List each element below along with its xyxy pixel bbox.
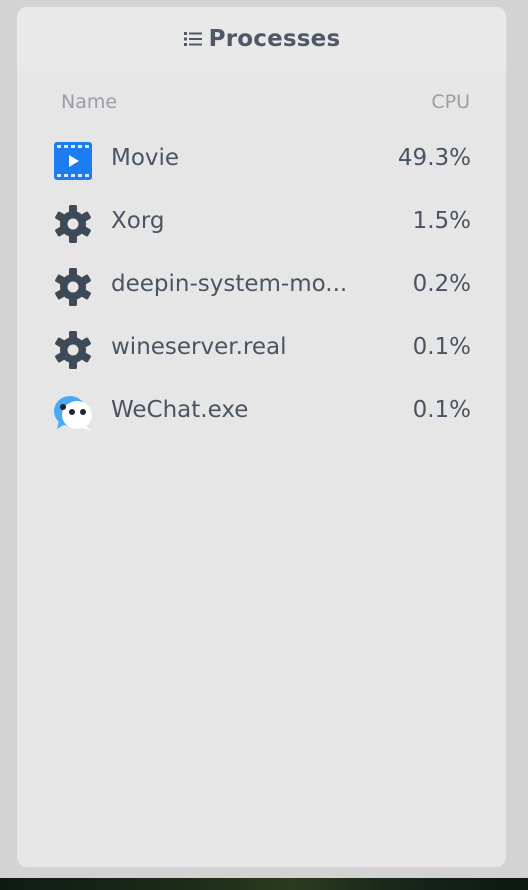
column-header: Name CPU bbox=[17, 87, 506, 117]
process-cpu: 1.5% bbox=[412, 208, 471, 234]
process-name: deepin-system-mo... bbox=[111, 271, 348, 297]
movie-icon bbox=[53, 141, 93, 181]
column-cpu-header[interactable]: CPU bbox=[431, 91, 470, 113]
process-cpu: 0.2% bbox=[412, 271, 471, 297]
gear-icon bbox=[53, 267, 93, 307]
panel-header: Processes bbox=[17, 7, 506, 71]
process-name: wineserver.real bbox=[111, 334, 287, 360]
process-name: Xorg bbox=[111, 208, 165, 234]
process-name: Movie bbox=[111, 145, 180, 171]
process-row-deepin-system-monitor[interactable]: deepin-system-mo... 0.2% bbox=[17, 265, 506, 328]
process-cpu: 0.1% bbox=[412, 397, 471, 423]
list-icon bbox=[183, 30, 203, 48]
gear-icon bbox=[53, 330, 93, 370]
desktop-wallpaper-strip bbox=[0, 878, 528, 890]
process-row-movie[interactable]: Movie 49.3% bbox=[17, 139, 506, 202]
panel-title: Processes bbox=[208, 26, 341, 52]
process-name: WeChat.exe bbox=[111, 397, 249, 423]
wechat-icon bbox=[53, 393, 93, 433]
process-list: Movie 49.3% Xorg 1.5% deepin-system-mo..… bbox=[17, 139, 506, 454]
column-name-header[interactable]: Name bbox=[61, 91, 117, 113]
process-cpu: 0.1% bbox=[412, 334, 471, 360]
process-row-xorg[interactable]: Xorg 1.5% bbox=[17, 202, 506, 265]
process-cpu: 49.3% bbox=[397, 145, 471, 171]
process-row-wineserver[interactable]: wineserver.real 0.1% bbox=[17, 328, 506, 391]
gear-icon bbox=[53, 204, 93, 244]
process-row-wechat[interactable]: WeChat.exe 0.1% bbox=[17, 391, 506, 454]
processes-panel: Processes Name CPU Movie 49.3% Xorg 1.5%… bbox=[17, 7, 506, 867]
